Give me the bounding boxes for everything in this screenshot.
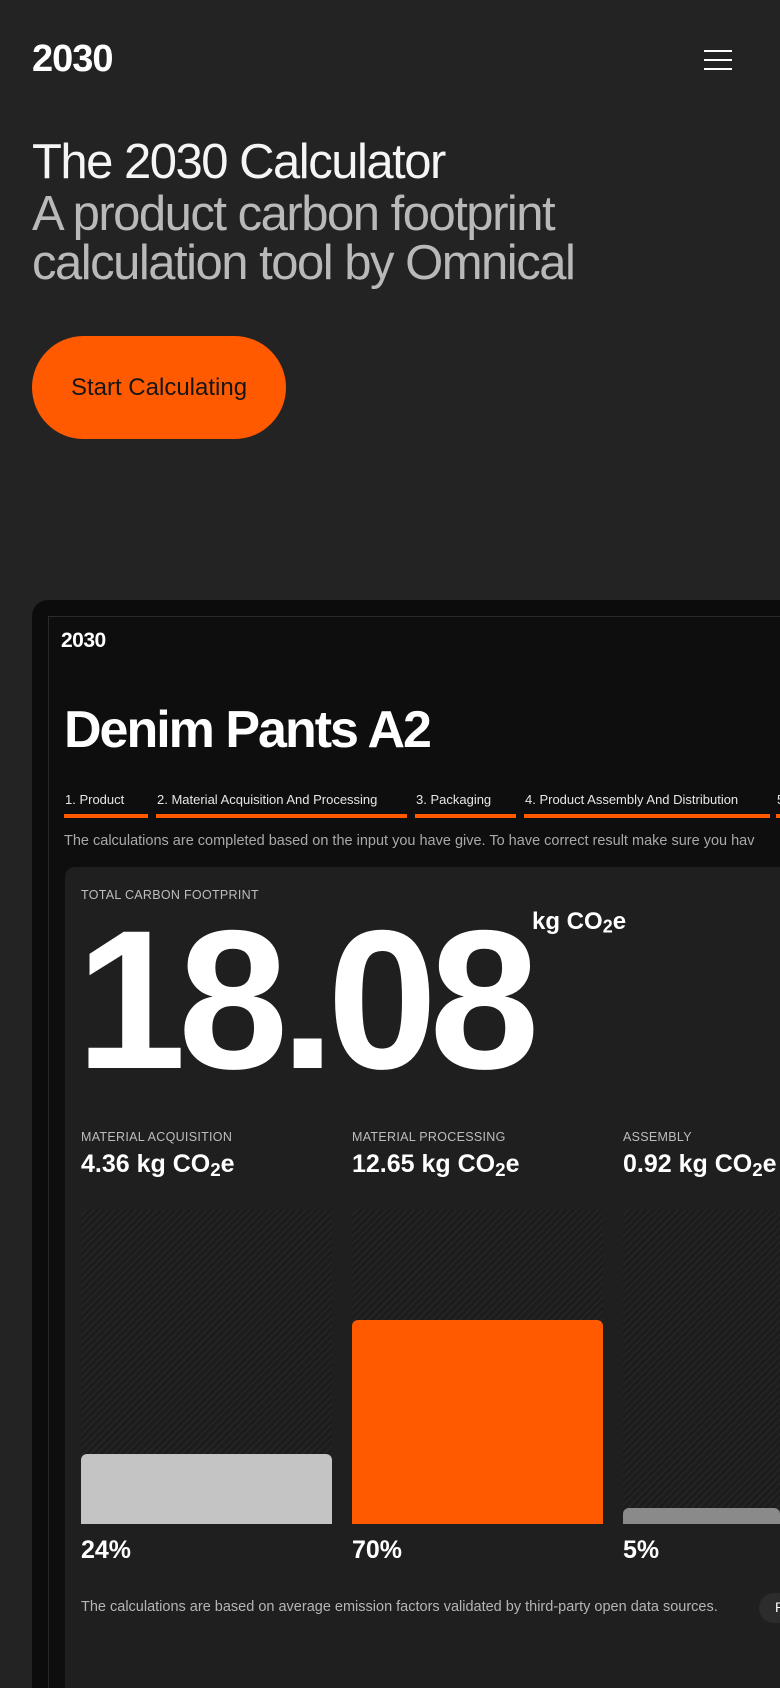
percent-material-processing: 70% [352, 1536, 403, 1564]
metric-label: MATERIAL ACQUISITION [81, 1130, 233, 1144]
tab-label: 2. Material Acquisition And Processing [157, 792, 378, 807]
metric-value: 12.65 kg CO2e [352, 1150, 520, 1180]
tab-label: 1. Product [65, 792, 125, 807]
bar-material-processing [352, 1320, 603, 1524]
logo[interactable]: 2030 [32, 38, 114, 81]
metric-material-processing: MATERIAL PROCESSING 12.65 kg CO2e [352, 1130, 612, 1181]
hero-subtitle: A product carbon footprint calculation t… [32, 187, 576, 290]
product-title: Denim Pants A2 [64, 701, 432, 759]
tab-material-acquisition[interactable]: 2. Material Acquisition And Processing [156, 790, 407, 818]
bar-track-material-acquisition [81, 1210, 332, 1524]
app-logo: 2030 [61, 629, 106, 652]
tab-product[interactable]: 1. Product [64, 790, 148, 818]
tab-next[interactable]: 5 [776, 790, 780, 818]
step-tabs: 1. Product 2. Material Acquisition And P… [64, 790, 780, 820]
calculation-note: The calculations are completed based on … [64, 833, 755, 849]
metric-label: ASSEMBLY [623, 1130, 692, 1144]
bar-track-material-processing [352, 1210, 603, 1524]
tab-packaging[interactable]: 3. Packaging [415, 790, 516, 818]
metric-material-acquisition: MATERIAL ACQUISITION 4.36 kg CO2e [81, 1130, 341, 1181]
percent-assembly: 5% [623, 1536, 660, 1564]
hero-title: The 2030 Calculator [32, 135, 446, 189]
metric-label: MATERIAL PROCESSING [352, 1130, 506, 1144]
bar-assembly [623, 1508, 780, 1524]
bar-material-acquisition [81, 1454, 332, 1524]
tab-label: 4. Product Assembly And Distribution [525, 792, 739, 807]
metric-value: 4.36 kg CO2e [81, 1150, 235, 1180]
percent-material-acquisition: 24% [81, 1536, 132, 1564]
start-calculating-button[interactable]: Start Calculating [32, 336, 286, 439]
tab-label: 3. Packaging [416, 792, 492, 807]
hamburger-menu-icon[interactable] [704, 48, 732, 72]
total-footprint-unit: kg CO2e [532, 908, 627, 937]
bar-track-assembly [623, 1210, 780, 1524]
total-footprint-value: 18.08 [76, 889, 539, 1110]
metric-assembly: ASSEMBLY 0.92 kg CO2e [623, 1130, 780, 1181]
metric-value: 0.92 kg CO2e [623, 1150, 777, 1180]
top-bar: 2030 [0, 0, 780, 120]
tab-assembly-distribution[interactable]: 4. Product Assembly And Distribution [524, 790, 770, 818]
data-sources-note: The calculations are based on average em… [81, 1599, 718, 1615]
